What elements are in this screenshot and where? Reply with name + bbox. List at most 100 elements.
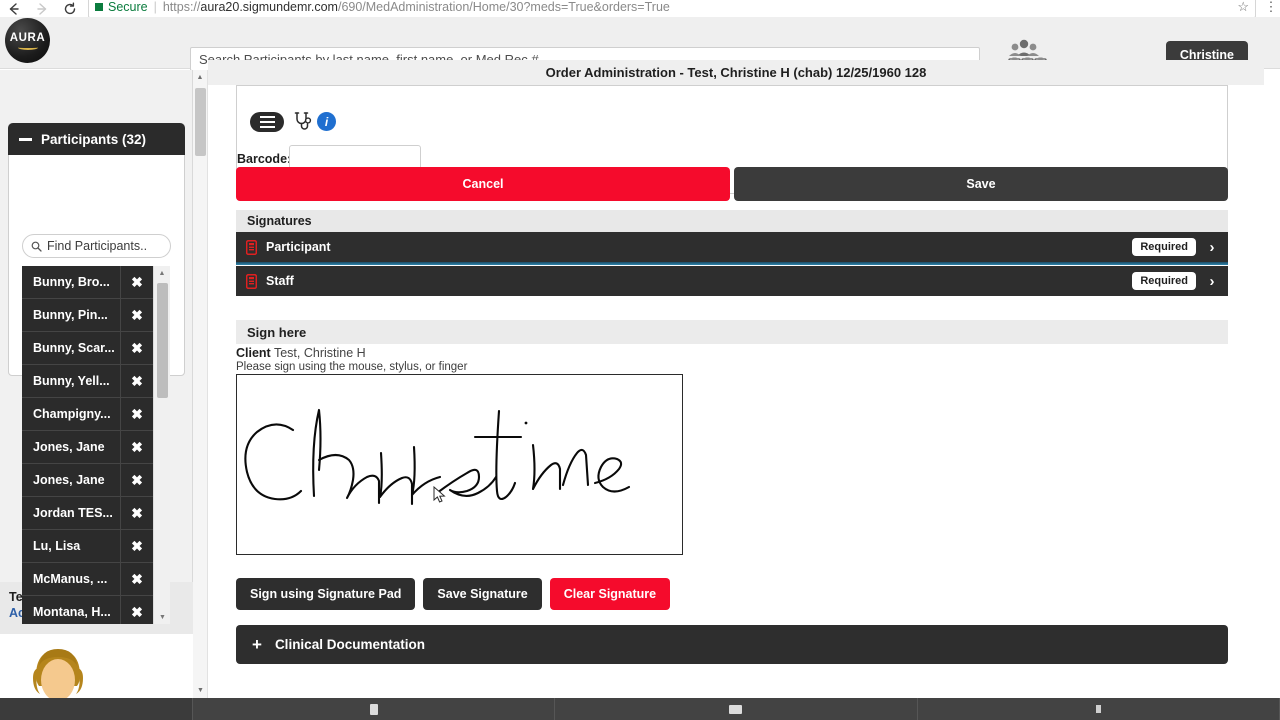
list-item[interactable]: Jordan TES... ✖ <box>22 496 153 530</box>
remove-participant-icon[interactable]: ✖ <box>120 529 153 563</box>
participant-name: Bunny, Bro... <box>33 275 110 289</box>
client-name: Test, Christine H <box>273 346 366 360</box>
list-item[interactable]: Montana, H... ✖ <box>22 595 153 624</box>
clinical-documentation-section[interactable]: + Clinical Documentation <box>236 625 1228 664</box>
signature-drawing <box>244 408 631 506</box>
taskbar-item-1[interactable] <box>193 698 556 720</box>
cancel-button[interactable]: Cancel <box>236 167 730 201</box>
list-item[interactable]: Jones, Jane ✖ <box>22 430 153 464</box>
clinical-documentation-label: Clinical Documentation <box>274 637 425 652</box>
sidebar: Participants (32) Bunny, Bro... ✖ Bunny,… <box>0 70 193 720</box>
list-item[interactable]: Bunny, Yell... ✖ <box>22 364 153 398</box>
list-item[interactable]: Jones, Jane ✖ <box>22 463 153 497</box>
status-badge: Required <box>1132 238 1196 256</box>
signature-row-label: Staff <box>266 274 294 288</box>
stethoscope-icon[interactable] <box>293 111 313 131</box>
lock-icon <box>95 2 103 11</box>
page-scrollbar-thumb[interactable] <box>195 88 206 156</box>
taskbar-item-2[interactable] <box>555 698 918 720</box>
secure-label: Secure <box>108 0 148 14</box>
list-item[interactable]: Bunny, Scar... ✖ <box>22 331 153 365</box>
address-bar[interactable]: Secure | https:// aura20.sigmundemr.com … <box>88 0 1256 17</box>
clear-signature-button[interactable]: Clear Signature <box>549 578 671 610</box>
remove-participant-icon[interactable]: ✖ <box>120 331 153 365</box>
participant-name: Jones, Jane <box>33 473 105 487</box>
aura-logo[interactable]: AURA <box>5 18 50 63</box>
browser-toolbar: Secure | https:// aura20.sigmundemr.com … <box>0 0 1280 17</box>
signature-actions: Sign using Signature Pad Save Signature … <box>236 578 671 610</box>
participant-name: Bunny, Pin... <box>33 308 108 322</box>
remove-participant-icon[interactable]: ✖ <box>120 397 153 431</box>
sign-instruction: Please sign using the mouse, stylus, or … <box>236 361 468 373</box>
remove-participant-icon[interactable]: ✖ <box>120 496 153 530</box>
keyboard-icon <box>729 704 743 714</box>
back-arrow-icon[interactable] <box>0 0 28 17</box>
taskbar-item-3[interactable] <box>918 698 1280 720</box>
list-item[interactable]: Bunny, Pin... ✖ <box>22 298 153 332</box>
forward-arrow-icon <box>28 0 56 17</box>
scroll-down-icon[interactable]: ▼ <box>154 610 171 624</box>
remove-participant-icon[interactable]: ✖ <box>120 463 153 497</box>
find-participants-input[interactable] <box>47 239 165 253</box>
url-scheme: https:// <box>162 0 201 14</box>
info-icon[interactable]: i <box>317 112 336 131</box>
list-item[interactable]: Bunny, Bro... ✖ <box>22 266 153 299</box>
mouse-cursor-icon <box>433 485 447 504</box>
scroll-up-icon[interactable]: ▲ <box>154 266 170 280</box>
bookmark-star-icon[interactable]: ☆ <box>1237 0 1249 15</box>
hamburger-menu-icon[interactable] <box>250 112 284 132</box>
reload-icon[interactable] <box>56 0 84 17</box>
taskbar-start-area[interactable] <box>0 698 193 720</box>
list-item[interactable]: McManus, ... ✖ <box>22 562 153 596</box>
aura-swoosh-icon <box>17 45 38 50</box>
participants-list-scrollbar[interactable]: ▲ ▼ <box>153 266 170 624</box>
page-title: Order Administration - Test, Christine H… <box>208 60 1264 85</box>
remove-participant-icon[interactable]: ✖ <box>120 430 153 464</box>
remove-participant-icon[interactable]: ✖ <box>120 364 153 398</box>
signature-row-participant[interactable]: Participant Required › <box>236 232 1228 262</box>
signature-row-staff[interactable]: Staff Required › <box>236 266 1228 296</box>
signature-row-divider <box>236 262 1228 265</box>
participants-panel-header[interactable]: Participants (32) <box>8 123 185 155</box>
url-host: aura20.sigmundemr.com <box>200 0 338 14</box>
main-content: Order Administration - Test, Christine H… <box>208 60 1264 698</box>
save-signature-button[interactable]: Save Signature <box>423 578 542 610</box>
page-scrollbar[interactable]: ▲ ▼ <box>193 70 208 698</box>
page-scroll-down-icon[interactable]: ▼ <box>193 683 208 698</box>
chevron-right-icon[interactable]: › <box>1196 273 1228 290</box>
aura-logo-text: AURA <box>9 31 46 44</box>
page-scroll-up-icon[interactable]: ▲ <box>193 70 207 85</box>
scrollbar-thumb[interactable] <box>157 283 168 398</box>
chevron-right-icon[interactable]: › <box>1196 239 1228 256</box>
participant-name: Montana, H... <box>33 605 111 619</box>
sign-here-header: Sign here <box>236 320 1228 344</box>
taskbar <box>0 698 1280 720</box>
search-icon <box>31 241 42 252</box>
signature-canvas[interactable] <box>236 374 683 555</box>
participant-name: Lu, Lisa <box>33 539 81 553</box>
sign-using-signature-pad-button[interactable]: Sign using Signature Pad <box>236 578 416 610</box>
participants-list[interactable]: Bunny, Bro... ✖ Bunny, Pin... ✖ Bunny, S… <box>22 266 153 624</box>
remove-participant-icon[interactable]: ✖ <box>120 266 153 299</box>
participant-name: Jordan TES... <box>33 506 113 520</box>
remove-participant-icon[interactable]: ✖ <box>120 298 153 332</box>
find-participants-field[interactable] <box>22 234 171 258</box>
remove-participant-icon[interactable]: ✖ <box>120 595 153 624</box>
tray-icon <box>1095 705 1101 713</box>
remove-participant-icon[interactable]: ✖ <box>120 562 153 596</box>
list-item[interactable]: Champigny... ✖ <box>22 397 153 431</box>
client-label: Client <box>236 346 271 360</box>
save-button[interactable]: Save <box>734 167 1228 201</box>
signatures-section-header: Signatures <box>236 210 1228 232</box>
list-item[interactable]: Lu, Lisa ✖ <box>22 529 153 563</box>
plus-icon[interactable]: + <box>252 636 262 653</box>
signature-doc-icon <box>246 239 257 255</box>
participant-name: McManus, ... <box>33 572 108 586</box>
signature-doc-icon <box>246 273 257 289</box>
chrome-menu-icon[interactable]: ⋮ <box>1262 0 1280 13</box>
omnibox-separator: | <box>153 0 157 14</box>
form-action-row: Cancel Save <box>236 167 1228 201</box>
url-path: /690/MedAdministration/Home/30?meds=True… <box>337 0 670 14</box>
signature-row-label: Participant <box>266 240 331 254</box>
minus-icon[interactable] <box>19 137 32 141</box>
